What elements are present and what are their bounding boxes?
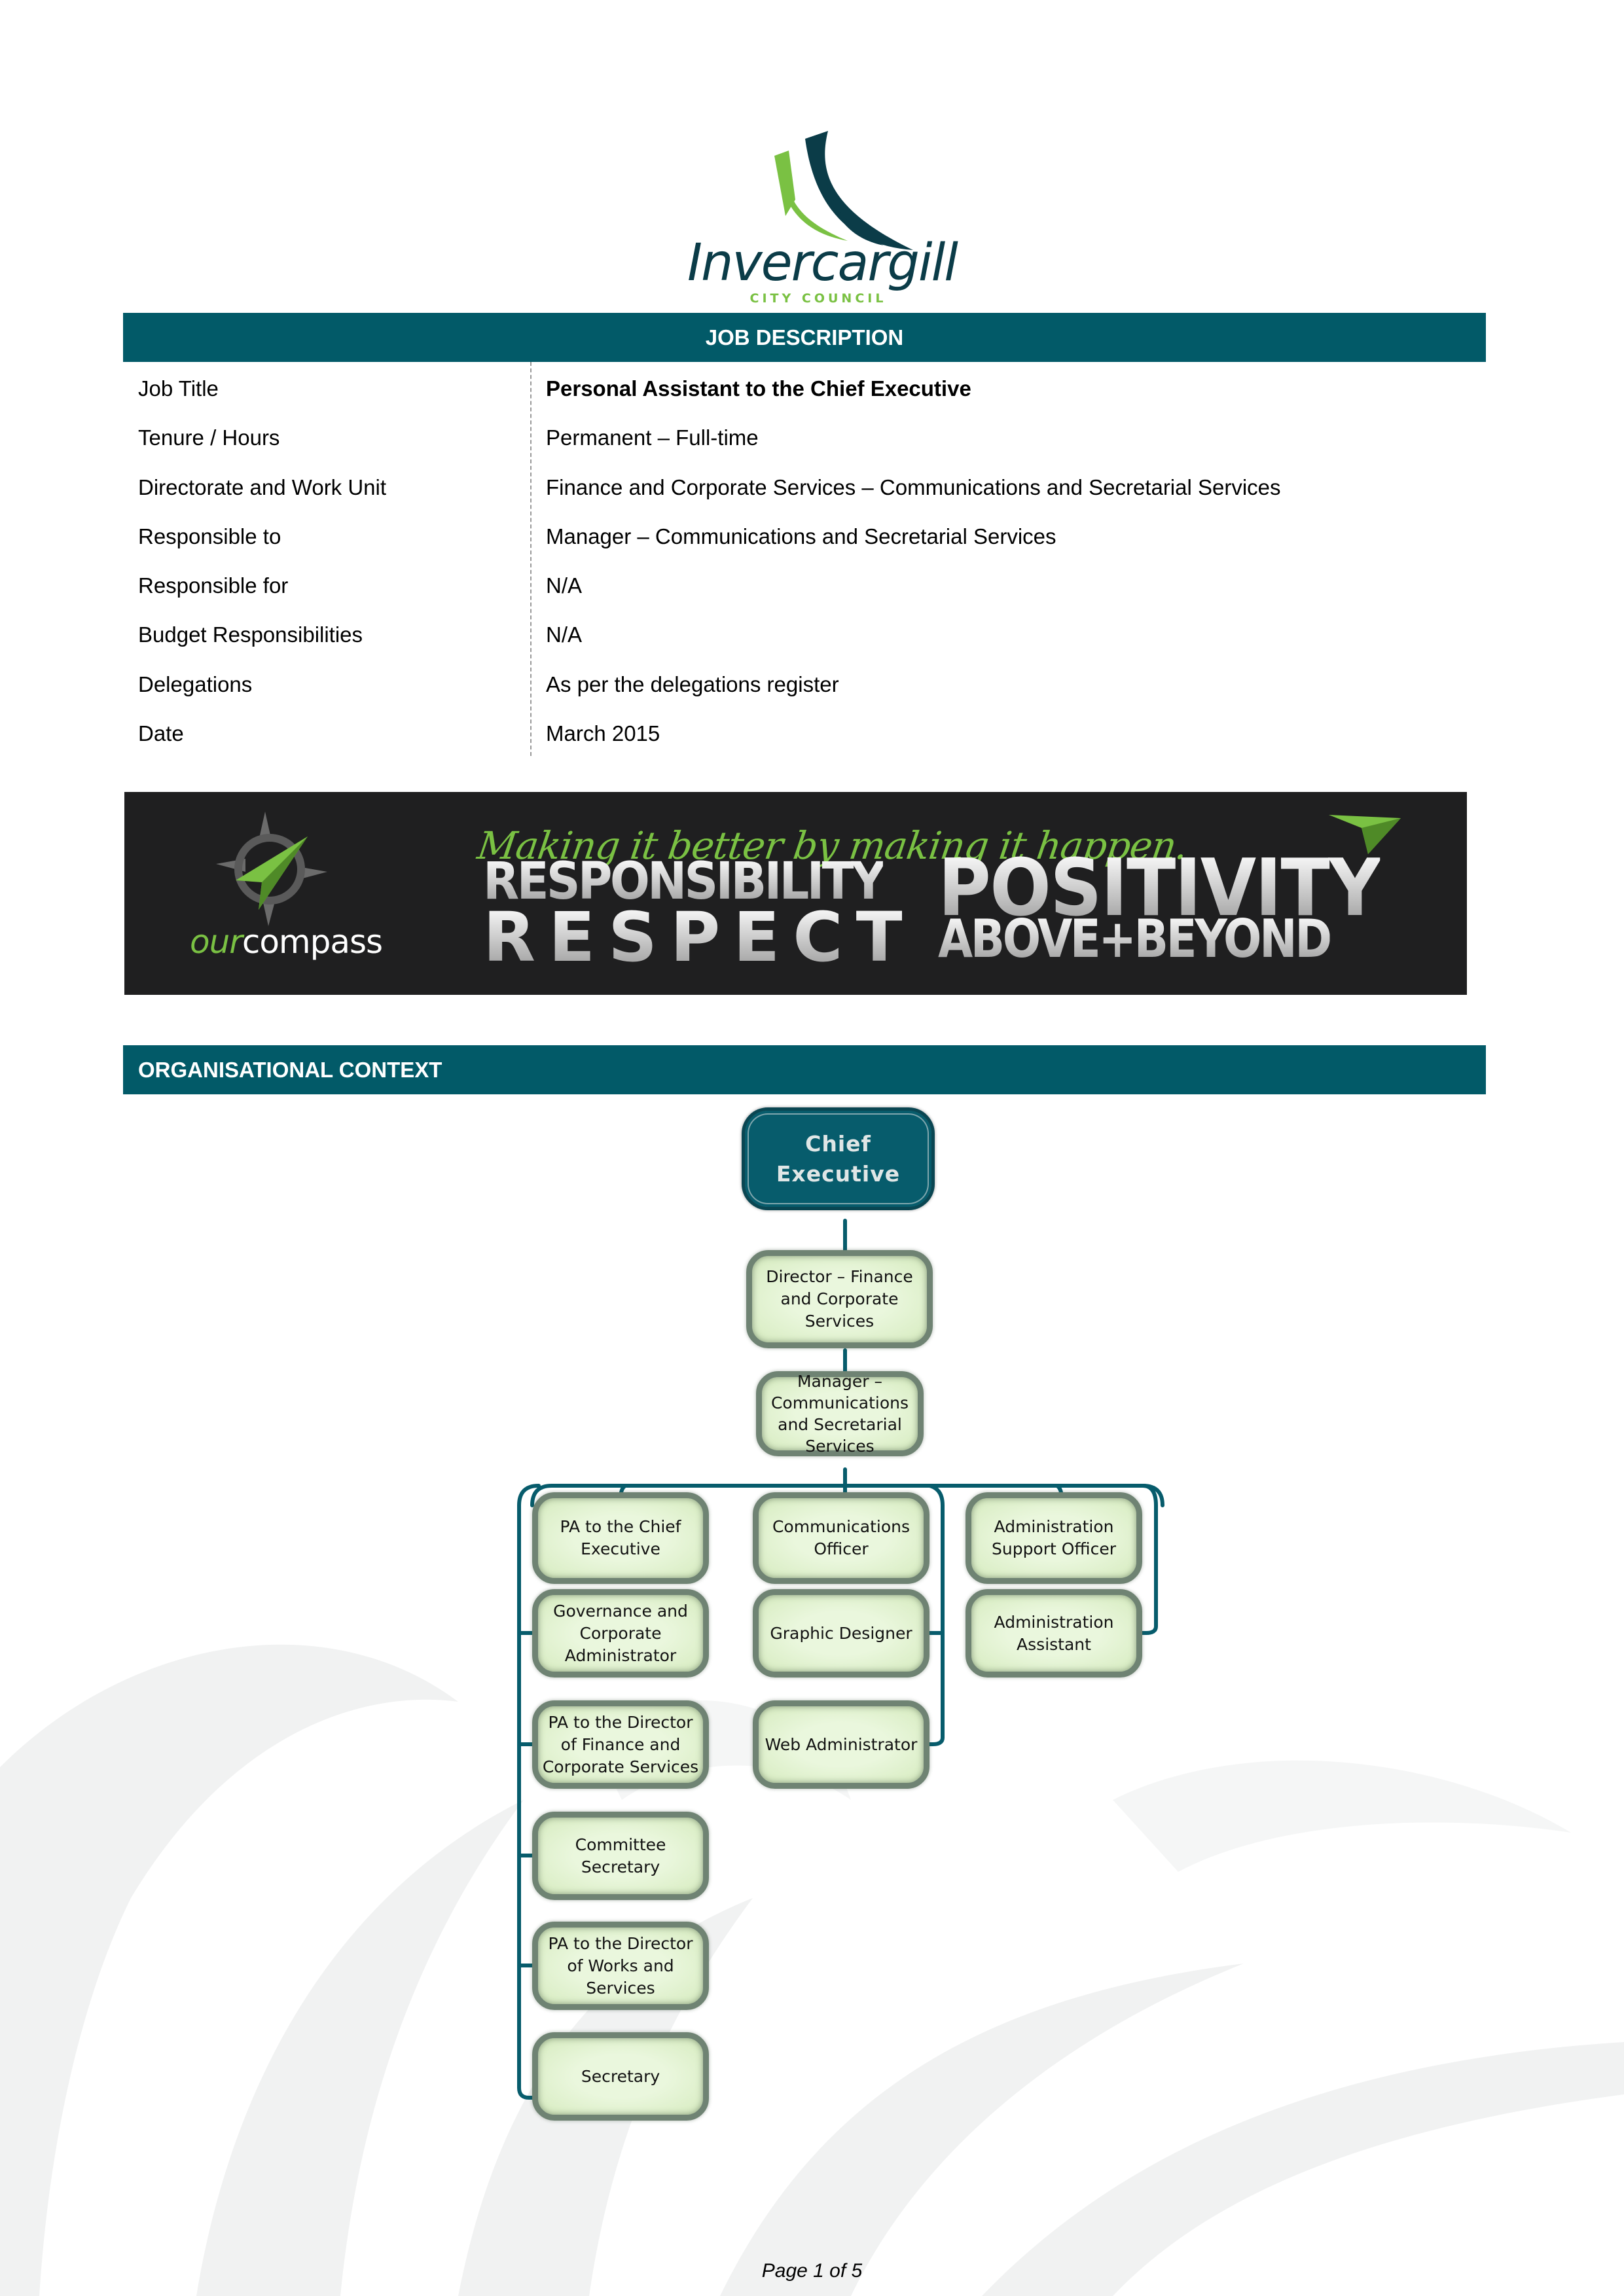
page-number: Page 1 of 5 (761, 2260, 863, 2282)
row-label: Delegations (138, 672, 253, 696)
table-row: Responsible to Manager – Communications … (123, 510, 1486, 559)
table-row: Tenure / Hours Permanent – Full-time (123, 411, 1486, 460)
table-row: Budget Responsibilities N/A (123, 608, 1486, 657)
node-line: Executive (581, 1539, 660, 1558)
org-node-director-finance: Director – Finance and Corporate Services (746, 1250, 933, 1348)
row-value: March 2015 (546, 721, 660, 746)
node-line: Web Administrator (765, 1734, 918, 1754)
ourcompass-values-banner: ourcompass Making it better by making it… (124, 792, 1467, 995)
node-line: of Works and (567, 1956, 674, 1975)
node-line: Corporate (579, 1623, 662, 1643)
node-line: Services (586, 1978, 655, 1998)
table-row: Directorate and Work Unit Finance and Co… (123, 461, 1486, 510)
row-value: N/A (546, 573, 583, 598)
node-line: Chief (805, 1130, 871, 1157)
row-label: Directorate and Work Unit (138, 475, 387, 499)
row-label: Date (138, 721, 184, 746)
row-label: Responsible to (138, 524, 281, 548)
row-value: Finance and Corporate Services – Communi… (546, 475, 1281, 499)
node-line: and Corporate (780, 1289, 899, 1308)
node-line: Director – Finance (766, 1267, 913, 1286)
table-row: Responsible for N/A (123, 559, 1486, 608)
node-line: Manager – (797, 1372, 882, 1391)
node-line: Administrator (564, 1645, 677, 1665)
job-description-table: Job Title Personal Assistant to the Chie… (123, 362, 1486, 756)
value-above-beyond: ABOVE+BEYOND (938, 908, 1332, 969)
node-line: Services (805, 1437, 875, 1456)
node-line: Administration (994, 1612, 1114, 1632)
node-line: PA to the Chief (560, 1517, 681, 1536)
node-line: Corporate Services (542, 1757, 699, 1776)
job-description-header: JOB DESCRIPTION (123, 313, 1486, 362)
org-node-pa-chief-executive: PA to the Chief Executive (532, 1492, 709, 1584)
brand-our: our (190, 923, 243, 961)
node-line: Secretary (581, 1857, 660, 1876)
node-line: and Secretarial (778, 1415, 902, 1434)
paper-plane-icon (1329, 815, 1401, 854)
node-line: Governance and (553, 1601, 688, 1621)
row-value: Personal Assistant to the Chief Executiv… (546, 376, 971, 401)
org-node-manager-communications: Manager – Communications and Secretarial Se… (756, 1371, 924, 1456)
org-node-chief-executive: Chief Executive (742, 1107, 935, 1210)
row-value: N/A (546, 622, 583, 647)
brand-compass: compass (242, 923, 383, 961)
node-line: PA to the Director (548, 1712, 693, 1732)
organisational-context-header: ORGANISATIONAL CONTEXT (123, 1045, 1486, 1094)
row-value: As per the delegations register (546, 672, 839, 696)
org-node-communications-officer: Communications Officer (753, 1492, 929, 1584)
org-node-pa-director-works: PA to the Director of Works and Services (532, 1922, 709, 2010)
node-line: Communications (770, 1393, 909, 1412)
org-node-governance-administrator: Governance and Corporate Administrator (532, 1589, 709, 1677)
org-node-admin-support-officer: Administration Support Officer (965, 1492, 1142, 1584)
ourcompass-brand: ourcompass (190, 923, 383, 961)
row-value: Manager – Communications and Secretarial… (546, 524, 1056, 548)
row-label: Tenure / Hours (138, 425, 280, 450)
node-line: Executive (776, 1160, 901, 1187)
node-line: Communications (772, 1517, 911, 1536)
node-line: Support Officer (991, 1539, 1117, 1558)
node-line: Secretary (581, 2066, 660, 2086)
compass-icon (216, 812, 327, 926)
org-node-web-administrator: Web Administrator (753, 1700, 929, 1789)
org-node-secretary: Secretary (532, 2032, 709, 2121)
node-line: Officer (814, 1539, 869, 1558)
node-line: Services (804, 1312, 875, 1331)
table-row: Date March 2015 (123, 707, 1486, 756)
row-value: Permanent – Full-time (546, 425, 759, 450)
value-respect: RESPECT (483, 897, 916, 977)
org-node-graphic-designer: Graphic Designer (753, 1589, 929, 1677)
node-line: Committee (575, 1835, 666, 1854)
table-row: Job Title Personal Assistant to the Chie… (123, 362, 1486, 411)
table-row: Delegations As per the delegations regis… (123, 658, 1486, 707)
row-label: Job Title (138, 376, 219, 401)
row-label: Responsible for (138, 573, 289, 598)
org-node-admin-assistant: Administration Assistant (965, 1589, 1142, 1677)
logo-subtitle: CITY COUNCIL (749, 291, 887, 306)
org-node-pa-director-finance: PA to the Director of Finance and Corporat… (532, 1700, 709, 1789)
node-line: Graphic Designer (770, 1623, 912, 1643)
org-node-committee-secretary: Committee Secretary (532, 1812, 709, 1900)
node-line: Assistant (1017, 1634, 1091, 1654)
node-line: Administration (994, 1517, 1114, 1536)
node-line: of Finance and (560, 1734, 681, 1754)
row-label: Budget Responsibilities (138, 622, 363, 647)
logo-wordmark: Invercargill (687, 234, 958, 293)
node-line: PA to the Director (548, 1933, 693, 1953)
